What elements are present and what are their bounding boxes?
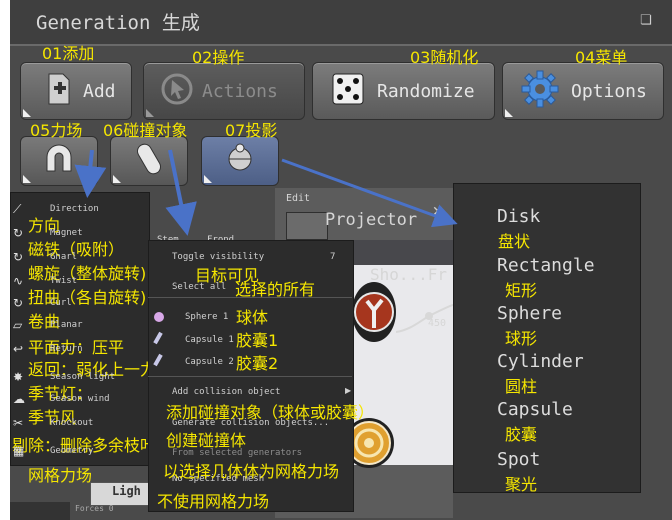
annotation-add: 01添加 [42, 44, 95, 63]
annotation-generate: 创建碰撞体 [166, 431, 247, 450]
annotation-arrows [74, 149, 458, 236]
annotation-from-selected: 以选择几体体为网格力场 [163, 462, 340, 481]
annotation-no-mesh: 不使用网格力场 [157, 492, 270, 511]
annotation-actions: 02操作 [192, 48, 245, 67]
annotation-randomize: 03随机化 [410, 48, 479, 67]
annotation-collision: 06碰撞对象 [103, 121, 188, 140]
projector-arrow [281, 158, 458, 228]
annotation-forces: 05力场 [30, 121, 83, 140]
annotation-capsule1: 胶囊1 [236, 331, 279, 350]
forces-arrow [74, 149, 107, 198]
annotation-capsule2: 胶囊2 [236, 354, 279, 373]
collision-arrow [165, 149, 197, 236]
annotation-projector: 07投影 [225, 121, 278, 140]
annotation-select-all: 选择的所有 [235, 280, 316, 299]
annotation-options: 04菜单 [575, 48, 628, 67]
annotation-sphere: 球体 [236, 308, 269, 327]
annotation-add-collision: 添加碰撞对象（球体或胶囊） [166, 403, 375, 422]
